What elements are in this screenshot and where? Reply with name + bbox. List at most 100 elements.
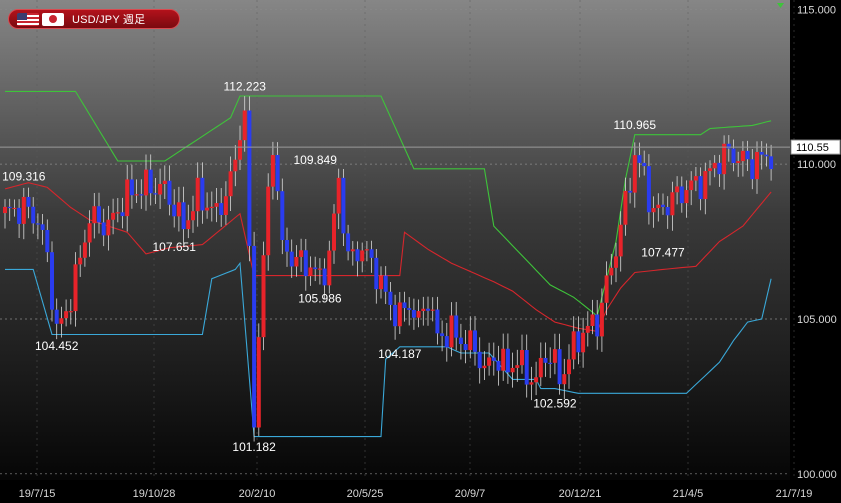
candle-body <box>111 212 116 220</box>
candle-body <box>68 311 73 313</box>
candle-body <box>759 151 764 155</box>
chart-container: 110.55 112.223 109.316 109.849 107.651 104.4… <box>0 0 841 503</box>
jp-flag-icon <box>42 12 64 26</box>
candle-body <box>176 202 181 217</box>
currency-pair-label: USD/JPY 週足 <box>72 14 146 26</box>
candle-body <box>313 267 318 270</box>
candle-body <box>7 206 12 209</box>
candle-body <box>599 302 604 337</box>
candle-body <box>129 179 134 196</box>
candle-body <box>515 365 520 368</box>
candle-body <box>726 143 731 149</box>
candle-body <box>421 308 426 312</box>
price-annotation: 104.187 <box>378 347 422 361</box>
candle-body <box>623 190 628 225</box>
candle-body <box>266 186 271 256</box>
x-tick-label: 20/12/21 <box>559 488 602 500</box>
x-tick-label: 20/2/10 <box>239 488 276 500</box>
current-price-label: 110.55 <box>796 142 829 154</box>
candle-body <box>270 155 275 187</box>
candle-body <box>717 162 722 175</box>
candle-body <box>115 212 120 214</box>
candle-body <box>529 382 534 385</box>
candle-body <box>454 315 459 338</box>
candle-body <box>505 348 510 373</box>
candle-body <box>449 315 454 348</box>
candle-body <box>534 377 539 383</box>
candle-body <box>120 212 125 217</box>
price-annotation: 110.965 <box>614 118 657 132</box>
candlestick-chart: 110.55 112.223 109.316 109.849 107.651 104.4… <box>0 0 841 503</box>
candle-body <box>172 204 177 217</box>
currency-pair-badge[interactable]: USD/JPY 週足 <box>8 9 180 29</box>
candle-body <box>341 177 346 234</box>
candle-body <box>308 267 313 277</box>
candle-body <box>369 249 374 258</box>
candle-body <box>402 302 407 309</box>
candle-body <box>35 223 40 225</box>
candle-body <box>562 374 567 385</box>
candle-body <box>604 275 609 303</box>
candle-body <box>285 240 289 252</box>
candle-body <box>538 357 543 378</box>
candle-body <box>228 171 233 197</box>
candle-body <box>125 179 130 217</box>
candle-body <box>581 332 586 353</box>
candle-body <box>144 169 148 196</box>
candle-body <box>350 249 355 252</box>
candle-body <box>360 250 365 262</box>
candle-body <box>440 333 445 337</box>
candle-body <box>458 337 463 345</box>
candle-body <box>17 207 22 224</box>
candle-body <box>670 192 675 216</box>
candle-body <box>426 308 430 311</box>
candle-body <box>205 207 210 211</box>
price-annotation: 102.592 <box>533 397 577 411</box>
candle-body <box>280 191 285 241</box>
candle-body <box>97 206 101 223</box>
price-annotation: 101.182 <box>232 440 276 454</box>
candle-body <box>628 190 633 193</box>
x-tick-label: 20/9/7 <box>455 488 486 500</box>
candle-body <box>139 194 144 196</box>
candle-body <box>463 344 468 351</box>
candle-body <box>755 151 759 180</box>
candle-body <box>275 155 280 192</box>
candle-body <box>332 213 336 251</box>
candle-body <box>158 183 163 195</box>
candle-body <box>491 357 496 361</box>
candle-body <box>101 222 106 236</box>
candle-body <box>769 156 774 170</box>
candle-body <box>661 204 665 208</box>
candle-body <box>289 251 294 267</box>
candle-body <box>134 194 139 196</box>
candle-body <box>646 166 651 213</box>
candle-body <box>430 309 435 311</box>
candle-body <box>548 362 553 365</box>
candle-body <box>585 325 590 333</box>
price-annotation: 104.452 <box>35 339 79 353</box>
candle-body <box>317 268 322 270</box>
candle-body <box>543 357 548 363</box>
candle-body <box>712 162 717 169</box>
candle-body <box>567 359 571 375</box>
x-tick-label: 20/5/25 <box>347 488 384 500</box>
candle-body <box>684 190 689 204</box>
candle-body <box>294 256 299 267</box>
x-tick-label: 21/4/5 <box>673 488 704 500</box>
candle-body <box>87 223 92 243</box>
candle-body <box>40 224 45 230</box>
candle-body <box>393 304 398 327</box>
candle-body <box>191 211 195 221</box>
candle-body <box>54 309 59 324</box>
candle-body <box>642 162 647 167</box>
candle-body <box>557 349 562 385</box>
candle-body <box>689 180 694 191</box>
candle-body <box>327 250 332 286</box>
candle-body <box>92 206 97 224</box>
candle-body <box>31 206 36 224</box>
price-annotation: 107.651 <box>153 240 197 254</box>
candle-body <box>256 337 261 428</box>
us-flag-icon <box>17 12 39 26</box>
x-tick-label: 21/7/19 <box>776 488 813 500</box>
